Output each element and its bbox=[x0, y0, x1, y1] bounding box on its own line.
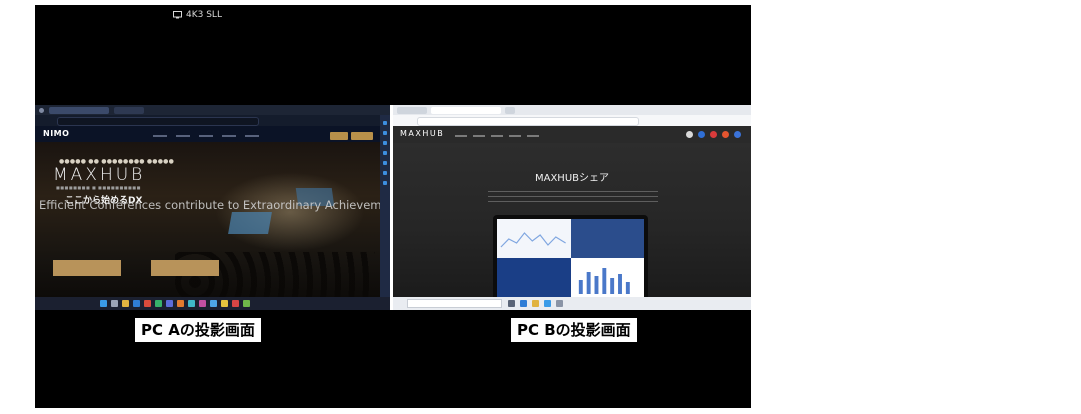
app-icon[interactable] bbox=[166, 300, 173, 307]
app-icon[interactable] bbox=[556, 300, 563, 307]
taskbar bbox=[35, 297, 390, 310]
nav-item[interactable] bbox=[176, 135, 190, 137]
browser-tab-bar bbox=[393, 105, 751, 115]
sidebar-icon[interactable] bbox=[383, 131, 387, 135]
app-icon[interactable] bbox=[210, 300, 217, 307]
browser-sidebar bbox=[380, 115, 390, 297]
line-graph bbox=[500, 232, 566, 248]
app-icon[interactable] bbox=[243, 300, 250, 307]
browser-tab[interactable] bbox=[505, 106, 515, 114]
nav-item[interactable] bbox=[509, 135, 521, 137]
display-indicator: 4K3 SLL bbox=[173, 8, 222, 22]
address-bar[interactable] bbox=[417, 117, 639, 126]
site-nav bbox=[153, 135, 313, 138]
hero-brand-subtext: ■■■■■■■■ ■ ■■■■■■■■■■ bbox=[56, 185, 141, 190]
hero-pretext: ●●●●● ●● ●●●●●●●● ●●●●● bbox=[59, 158, 175, 165]
nav-item[interactable] bbox=[245, 135, 259, 137]
search-icon[interactable] bbox=[111, 300, 118, 307]
app-icon[interactable] bbox=[177, 300, 184, 307]
venue-screen bbox=[228, 212, 272, 234]
page-title: MAXHUBシェア bbox=[534, 173, 610, 184]
sidebar-icon[interactable] bbox=[383, 121, 387, 125]
pc-a-caption: PC Aの投影画面 bbox=[135, 318, 261, 342]
site-nav bbox=[455, 135, 539, 137]
app-icon[interactable] bbox=[232, 300, 239, 307]
folder-icon[interactable] bbox=[532, 300, 539, 307]
header-gold-button[interactable] bbox=[351, 132, 373, 140]
sidebar-icon[interactable] bbox=[383, 171, 387, 175]
app-icon[interactable] bbox=[221, 300, 228, 307]
dashboard-panel bbox=[497, 219, 571, 258]
social-icon[interactable] bbox=[710, 131, 717, 138]
globe-icon[interactable] bbox=[686, 131, 693, 138]
task-view-icon[interactable] bbox=[508, 300, 515, 307]
social-icon[interactable] bbox=[722, 131, 729, 138]
nav-item[interactable] bbox=[199, 135, 213, 137]
sidebar-icon[interactable] bbox=[383, 151, 387, 155]
page-description bbox=[488, 191, 658, 205]
browser-tab[interactable] bbox=[49, 106, 109, 114]
hero-cta-button[interactable] bbox=[151, 260, 219, 276]
hero-brand: MAXHUB bbox=[53, 165, 146, 185]
nav-item[interactable] bbox=[222, 135, 236, 137]
taskbar-search[interactable] bbox=[407, 299, 502, 308]
pc-a-screen: NIMO ●●●●● ●● ●●●●●●●● ●●●●● MAXHUB ■■■■… bbox=[35, 105, 390, 310]
sidebar-icon[interactable] bbox=[383, 141, 387, 145]
browser-tab-bar bbox=[35, 105, 390, 115]
dashboard-panel bbox=[570, 219, 644, 258]
header-gold-button[interactable] bbox=[330, 132, 348, 140]
nav-item[interactable] bbox=[455, 135, 467, 137]
app-icon[interactable] bbox=[144, 300, 151, 307]
social-icon[interactable] bbox=[734, 131, 741, 138]
pc-b-screen: MAXHUB MAXHUBシェア bbox=[393, 105, 751, 310]
address-bar[interactable] bbox=[57, 117, 259, 126]
app-icon[interactable] bbox=[155, 300, 162, 307]
app-icon[interactable] bbox=[544, 300, 551, 307]
sidebar-icon[interactable] bbox=[383, 181, 387, 185]
browser-toolbar bbox=[393, 115, 751, 126]
browser-icon[interactable] bbox=[133, 300, 140, 307]
bar-graph bbox=[578, 268, 630, 294]
app-icon[interactable] bbox=[188, 300, 195, 307]
projection-frame: 4K3 SLL NIMO ●●●●● ●● ●●●●●●●● ●●●●● MAX… bbox=[35, 5, 751, 408]
display-indicator-text: 4K3 SLL bbox=[186, 10, 222, 20]
site-logo[interactable]: NIMO bbox=[43, 129, 69, 138]
social-icon[interactable] bbox=[698, 131, 705, 138]
header-icons bbox=[686, 131, 741, 138]
nav-item[interactable] bbox=[153, 135, 167, 137]
browser-tab[interactable] bbox=[114, 106, 144, 114]
browser-tab[interactable] bbox=[397, 106, 427, 114]
nav-item[interactable] bbox=[527, 135, 539, 137]
dashboard-panel bbox=[570, 258, 644, 297]
taskbar-icons bbox=[508, 300, 563, 307]
screen-icon bbox=[173, 11, 182, 19]
hero-cta-button[interactable] bbox=[53, 260, 121, 276]
nav-item[interactable] bbox=[473, 135, 485, 137]
browser-tab[interactable] bbox=[431, 106, 501, 114]
city-photo bbox=[497, 258, 571, 297]
folder-icon[interactable] bbox=[122, 300, 129, 307]
sidebar-icon[interactable] bbox=[383, 161, 387, 165]
site-logo[interactable]: MAXHUB bbox=[400, 129, 444, 138]
taskbar-icons bbox=[100, 300, 250, 307]
laptop-image bbox=[493, 215, 648, 297]
start-icon[interactable] bbox=[100, 300, 107, 307]
browser-icon[interactable] bbox=[520, 300, 527, 307]
nav-item[interactable] bbox=[491, 135, 503, 137]
browser-toolbar bbox=[35, 115, 390, 126]
taskbar bbox=[393, 297, 751, 310]
app-icon[interactable] bbox=[199, 300, 206, 307]
pc-b-caption: PC Bの投影画面 bbox=[511, 318, 637, 342]
window-icon bbox=[39, 107, 44, 113]
laptop-screen bbox=[497, 219, 644, 297]
hero-tagline: Efficient Conferences contribute to Extr… bbox=[39, 198, 390, 212]
